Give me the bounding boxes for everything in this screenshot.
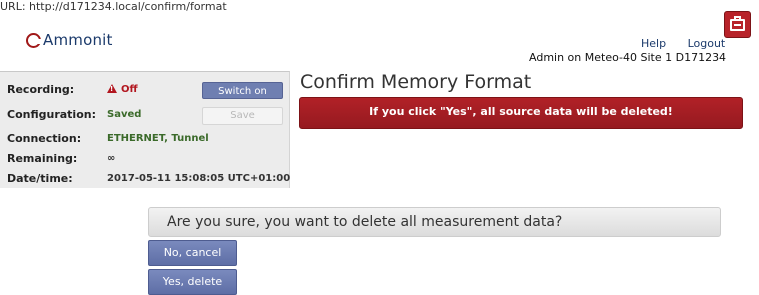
save-button[interactable]: Save (202, 107, 283, 125)
ammonit-logo-icon (26, 32, 41, 48)
recording-status: Off (121, 84, 138, 95)
remaining-value: ∞ (107, 153, 116, 164)
configuration-value: Saved (107, 109, 142, 120)
connection-label: Connection: (7, 132, 82, 145)
logo-text: Ammonit (43, 31, 113, 49)
delete-warning-alert: If you click "Yes", all source data will… (299, 97, 743, 129)
cancel-button[interactable]: No, cancel (148, 240, 237, 266)
logout-link[interactable]: Logout (688, 37, 726, 50)
help-link[interactable]: Help (641, 37, 666, 50)
url-bar: URL: http://d171234.local/confirm/format (0, 0, 227, 13)
switch-on-button[interactable]: Switch on (202, 82, 283, 99)
page-title: Confirm Memory Format (300, 71, 532, 93)
ammonit-logo: Ammonit (26, 30, 113, 50)
remaining-label: Remaining: (7, 152, 78, 165)
confirm-question: Are you sure, you want to delete all mea… (148, 207, 721, 237)
configuration-label: Configuration: (7, 108, 96, 121)
recording-label: Recording: (7, 83, 75, 96)
connection-value: ETHERNET, Tunnel (107, 133, 209, 144)
top-links: Help Logout (641, 37, 725, 50)
status-panel: Recording: Off Switch on Configuration: … (0, 71, 290, 188)
user-info: Admin on Meteo-40 Site 1 D171234 (529, 51, 727, 64)
confirm-delete-button[interactable]: Yes, delete (148, 269, 237, 295)
printer-icon (730, 16, 745, 31)
datetime-label: Date/time: (7, 172, 73, 185)
datetime-value: 2017-05-11 15:08:05 UTC+01:00 (107, 173, 291, 184)
warning-icon (107, 83, 117, 93)
recording-value: Off (107, 82, 138, 98)
print-button[interactable] (724, 11, 751, 38)
